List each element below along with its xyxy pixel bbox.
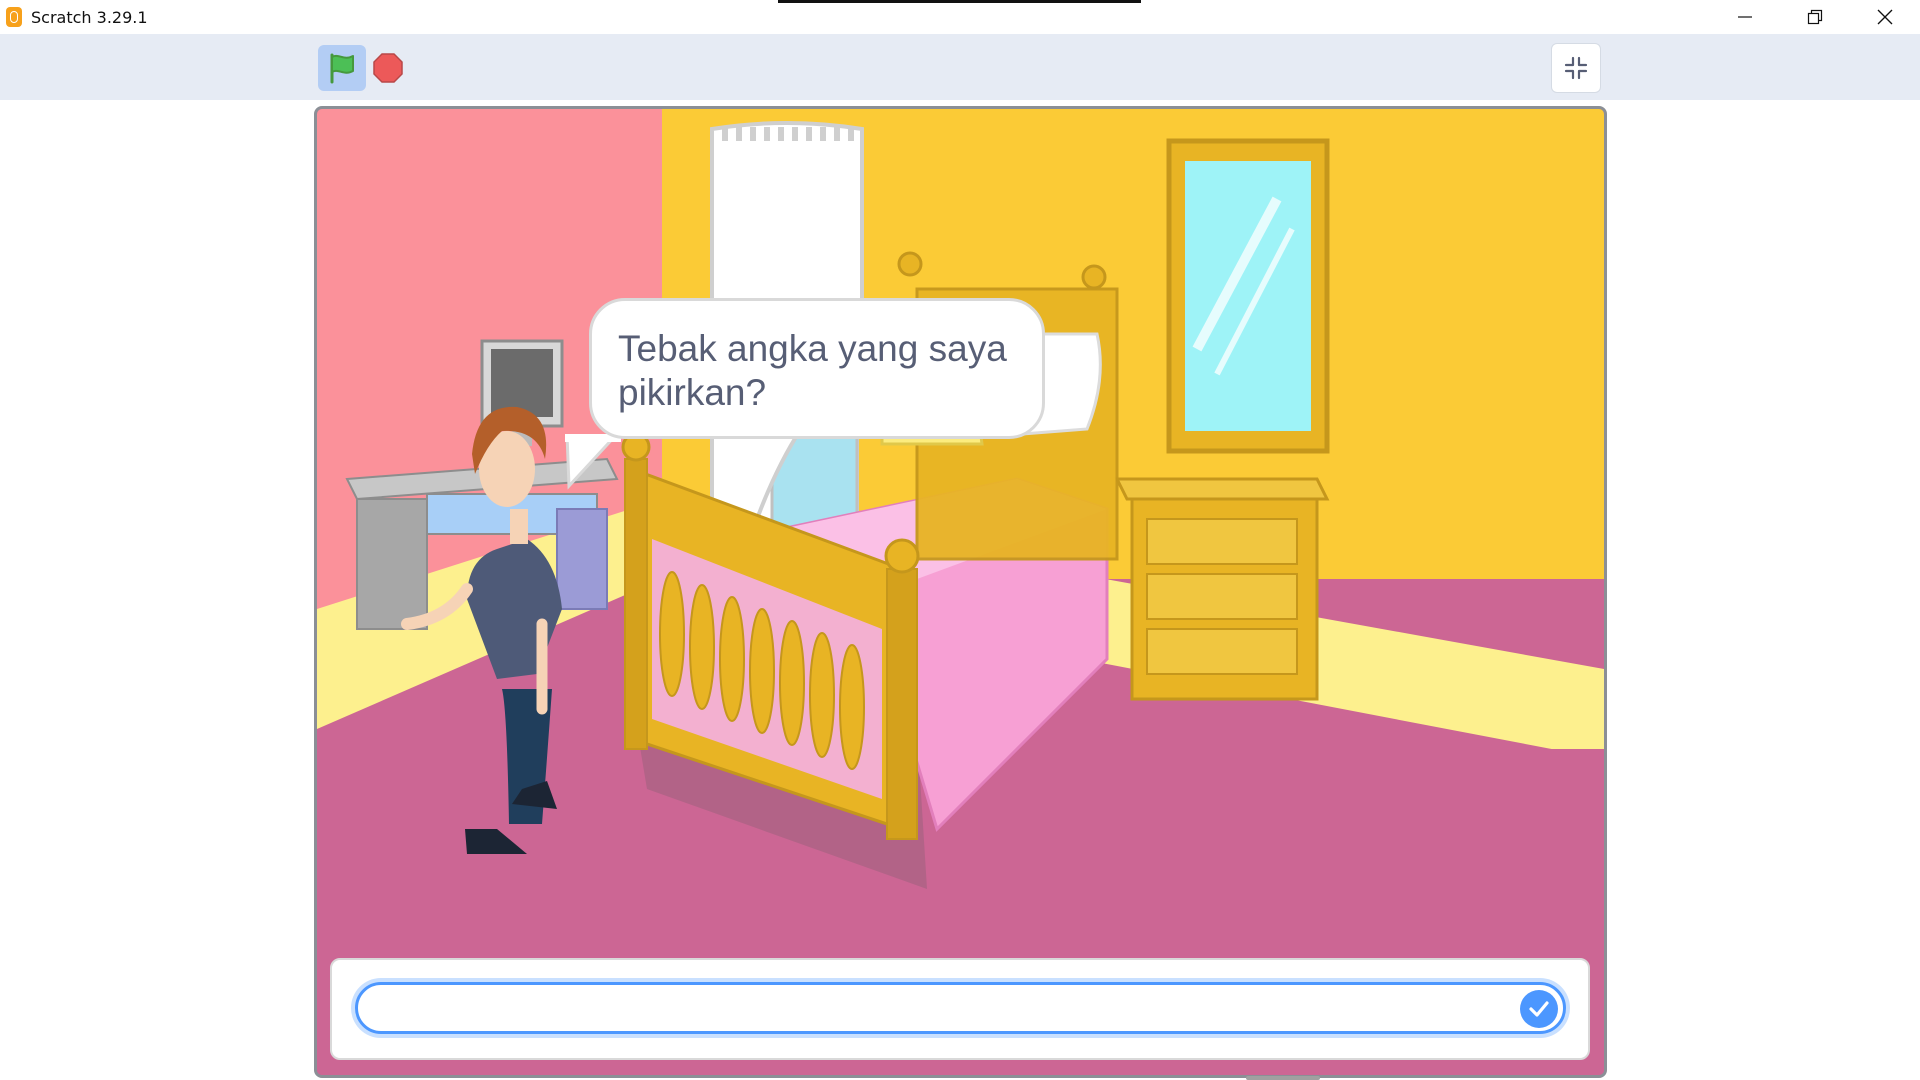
ask-submit-button[interactable] — [1520, 990, 1558, 1028]
title-bar-accent — [778, 0, 1141, 3]
bedroom-backdrop — [317, 109, 1604, 1075]
close-button[interactable] — [1850, 0, 1920, 34]
window-title: Scratch 3.29.1 — [31, 8, 148, 27]
stage[interactable] — [314, 106, 1607, 1078]
speech-bubble-text: Tebak angka yang saya pikirkan? — [618, 328, 1007, 413]
speech-bubble-tail — [565, 434, 621, 490]
fullscreen-toggle-button[interactable] — [1551, 43, 1601, 93]
close-icon — [1877, 9, 1893, 25]
minimize-button[interactable] — [1710, 0, 1780, 34]
restore-icon — [1807, 9, 1823, 25]
stop-icon — [373, 53, 403, 83]
ask-answer-input[interactable] — [355, 982, 1566, 1034]
green-flag-button[interactable] — [318, 45, 366, 91]
check-icon — [1529, 1001, 1549, 1017]
shrink-screen-icon — [1564, 56, 1588, 80]
player-controls-bar — [0, 34, 1920, 100]
green-flag-icon — [330, 53, 354, 84]
bottom-scroll-hint — [1246, 1076, 1320, 1080]
speech-bubble: Tebak angka yang saya pikirkan? — [589, 298, 1045, 439]
minimize-icon — [1738, 16, 1752, 18]
scratch-app-icon — [6, 7, 22, 27]
title-bar: Scratch 3.29.1 — [0, 0, 1920, 34]
stop-button[interactable] — [371, 51, 405, 85]
restore-button[interactable] — [1780, 0, 1850, 34]
